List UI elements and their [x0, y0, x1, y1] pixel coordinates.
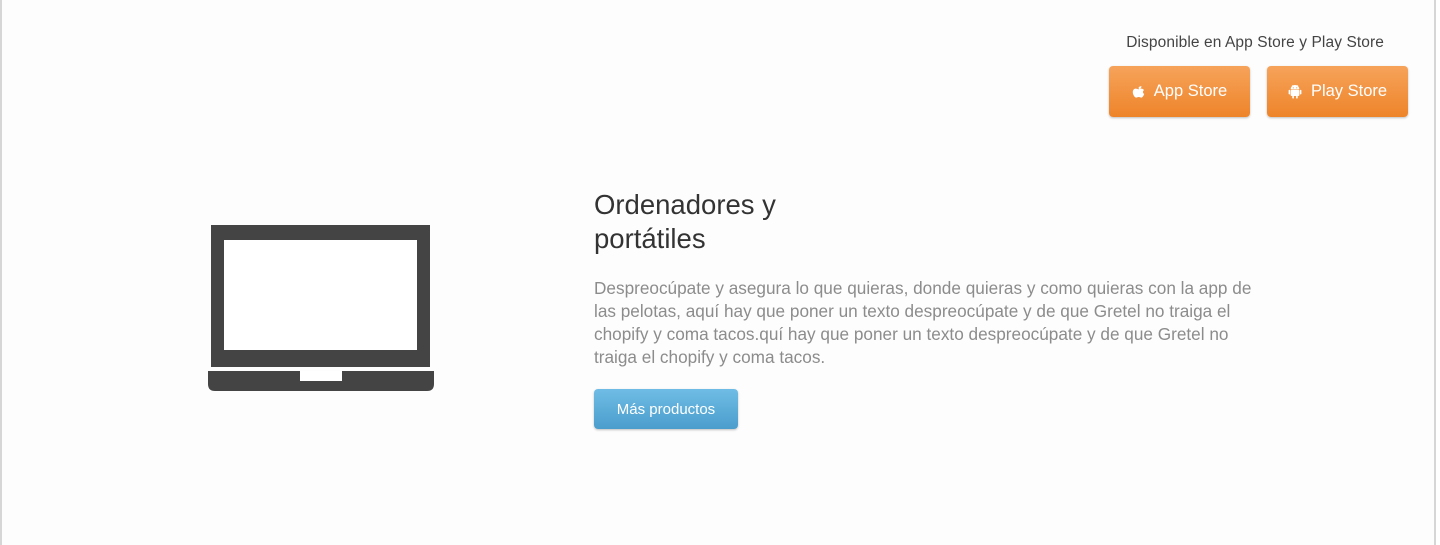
- product-title: Ordenadores y portátiles: [594, 188, 834, 256]
- app-store-button[interactable]: App Store: [1109, 66, 1250, 117]
- product-title-line1: Ordenadores y: [594, 189, 776, 220]
- product-description: Despreocúpate y asegura lo que quieras, …: [594, 278, 1252, 367]
- product-title-line2: portátiles: [594, 223, 706, 254]
- play-store-label: Play Store: [1310, 82, 1388, 100]
- apple-icon: [1132, 84, 1145, 99]
- store-caption: Disponible en App Store y Play Store: [1126, 34, 1384, 51]
- product-section: Ordenadores y portátiles Despreocúpate y…: [594, 188, 1274, 429]
- play-store-button[interactable]: Play Store: [1267, 66, 1408, 117]
- android-icon: [1288, 84, 1302, 100]
- page: Disponible en App Store y Play Store App…: [0, 0, 1436, 545]
- laptop-icon: [208, 224, 434, 392]
- app-store-label: App Store: [1153, 82, 1228, 100]
- more-products-button[interactable]: Más productos: [594, 389, 738, 429]
